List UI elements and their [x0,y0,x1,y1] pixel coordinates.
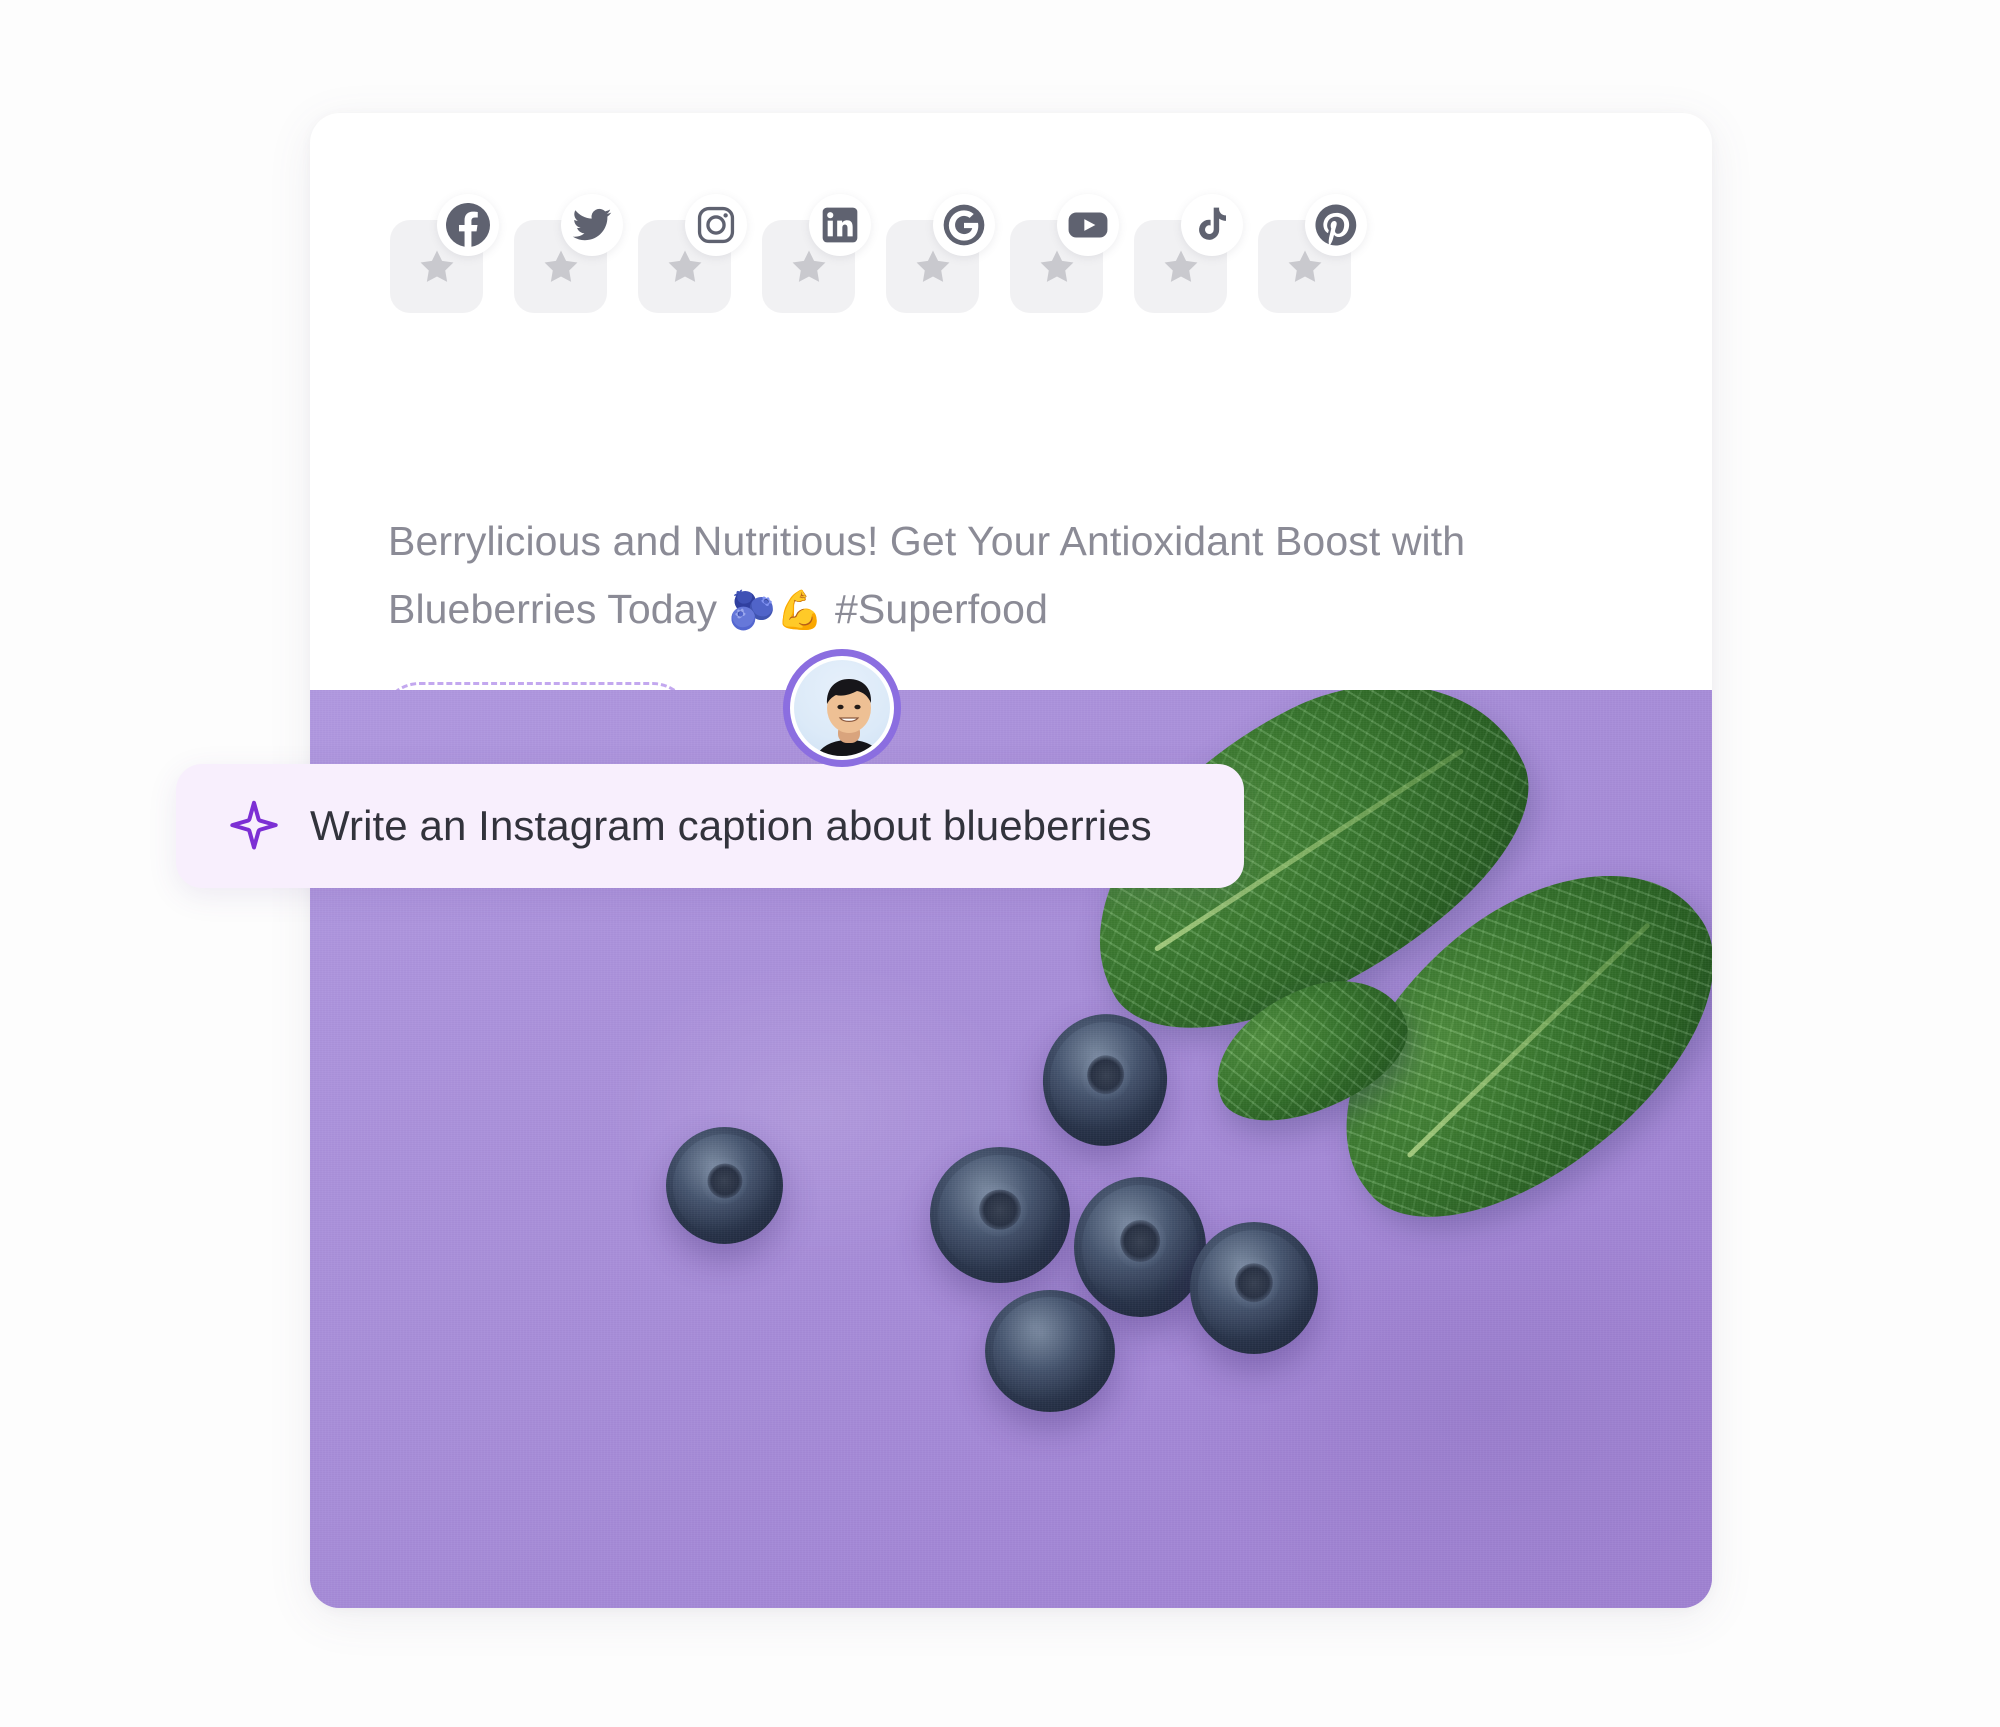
blueberry-center [1074,1177,1206,1317]
network-item-linkedin[interactable] [762,194,871,313]
instagram-icon[interactable] [685,194,747,256]
avatar [794,660,890,756]
star-icon [916,250,949,282]
user-avatar-cursor[interactable] [783,649,901,767]
screen: Berrylicious and Nutritious! Get Your An… [0,0,2000,1727]
network-item-pinterest[interactable] [1258,194,1367,313]
avatar-ring [783,649,901,767]
star-icon [792,250,825,282]
sparkle-icon [230,800,278,850]
blueberry-left [930,1147,1070,1283]
blueberry-top [1034,1006,1176,1154]
linkedin-icon[interactable] [809,194,871,256]
network-item-facebook[interactable] [390,194,499,313]
star-icon [544,250,577,282]
star-icon [668,250,701,282]
network-item-instagram[interactable] [638,194,747,313]
twitter-icon[interactable] [561,194,623,256]
pinterest-icon[interactable] [1305,194,1367,256]
star-icon [420,250,453,282]
network-item-tiktok[interactable] [1134,194,1243,313]
blueberry-bottom [985,1290,1115,1412]
google-icon[interactable] [933,194,995,256]
network-item-youtube[interactable] [1010,194,1119,313]
star-icon [1288,250,1321,282]
caption-line-2-suffix: #Superfood [823,586,1048,632]
star-icon [1040,250,1073,282]
blueberry-right [1190,1222,1318,1354]
network-item-google[interactable] [886,194,995,313]
network-selector-row [390,194,1367,313]
caption-line-1: Berrylicious and Nutritious! Get Your An… [388,518,1466,564]
youtube-icon[interactable] [1057,194,1119,256]
facebook-icon[interactable] [437,194,499,256]
caption-line-2-prefix: Blueberries Today [388,586,729,632]
star-icon [1164,250,1197,282]
network-item-twitter[interactable] [514,194,623,313]
caption-emoji: 🫐💪 [728,588,824,632]
post-caption-text[interactable]: Berrylicious and Nutritious! Get Your An… [388,507,1518,644]
blueberry-single-left [666,1127,783,1244]
tiktok-icon[interactable] [1181,194,1243,256]
ai-prompt-chip[interactable]: Write an Instagram caption about blueber… [176,764,1244,888]
ai-prompt-text: Write an Instagram caption about blueber… [310,802,1152,849]
